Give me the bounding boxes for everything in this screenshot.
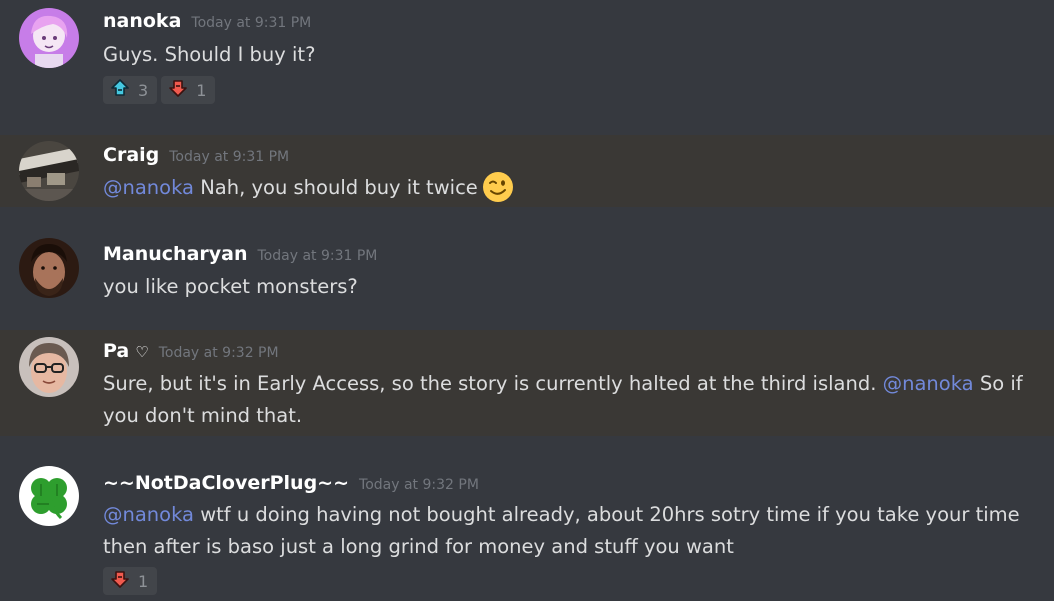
timestamp: Today at 9:31 PM (191, 15, 312, 31)
downvote-arrow-icon (168, 78, 188, 102)
timestamp: Today at 9:32 PM (359, 477, 479, 493)
avatar-nanoka[interactable] (19, 8, 79, 68)
avatar-craig[interactable] (19, 141, 79, 201)
author-name[interactable]: Craig (103, 144, 159, 166)
avatar-manucharyan[interactable] (19, 238, 79, 298)
message-body: wtf u doing having not bought already, a… (103, 503, 1020, 558)
message-text: @nanoka wtf u doing having not bought al… (103, 499, 1038, 563)
reaction-downvote[interactable]: 1 (161, 76, 216, 104)
message-body: Nah, you should buy it twice (200, 176, 478, 199)
reaction-count: 1 (196, 80, 207, 100)
heart-icon: ♡ (135, 343, 149, 361)
user-mention[interactable]: @nanoka (103, 503, 194, 526)
reactions: 3 1 (103, 76, 216, 104)
winking-face-emoji (482, 171, 514, 203)
message-text: @nanoka Nah, you should buy it twice (103, 171, 1038, 205)
avatar-pa[interactable] (19, 337, 79, 397)
timestamp: Today at 9:31 PM (257, 248, 378, 264)
user-mention[interactable]: @nanoka (103, 176, 194, 199)
user-mention[interactable]: @nanoka (883, 372, 974, 395)
reaction-count: 3 (138, 80, 149, 100)
reactions: 1 (103, 567, 158, 595)
reaction-downvote[interactable]: 1 (103, 567, 158, 595)
reaction-count: 1 (138, 571, 149, 591)
avatar-notdacloverplug[interactable] (19, 466, 79, 526)
message-manucharyan: Manucharyan Today at 9:31 PM you like poc… (0, 207, 1054, 330)
downvote-arrow-icon (110, 569, 130, 593)
message-nanoka: nanoka Today at 9:31 PM Guys. Should I bu… (0, 0, 1054, 135)
message-text: you like pocket monsters? (103, 275, 358, 298)
reaction-upvote[interactable]: 3 (103, 76, 158, 104)
timestamp: Today at 9:32 PM (158, 345, 279, 361)
message-text: Sure, but it's in Early Access, so the s… (103, 368, 1038, 432)
author-name[interactable]: ~~NotDaCloverPlug~~ (103, 472, 349, 494)
author-name[interactable]: nanoka (103, 10, 181, 32)
message-notdacloverplug: ~~NotDaCloverPlug~~ Today at 9:32 PM @nan… (0, 436, 1054, 601)
message-craig: Craig Today at 9:31 PM @nanoka Nah, you s… (0, 135, 1054, 207)
author-name[interactable]: Pa (103, 340, 129, 362)
author-name[interactable]: Manucharyan (103, 243, 248, 265)
message-body: Sure, but it's in Early Access, so the s… (103, 372, 877, 395)
message-pa: Pa ♡ Today at 9:32 PM Sure, but it's in Ea… (0, 330, 1054, 436)
message-text: Guys. Should I buy it? (103, 43, 316, 66)
timestamp: Today at 9:31 PM (169, 149, 290, 165)
upvote-arrow-icon (110, 78, 130, 102)
